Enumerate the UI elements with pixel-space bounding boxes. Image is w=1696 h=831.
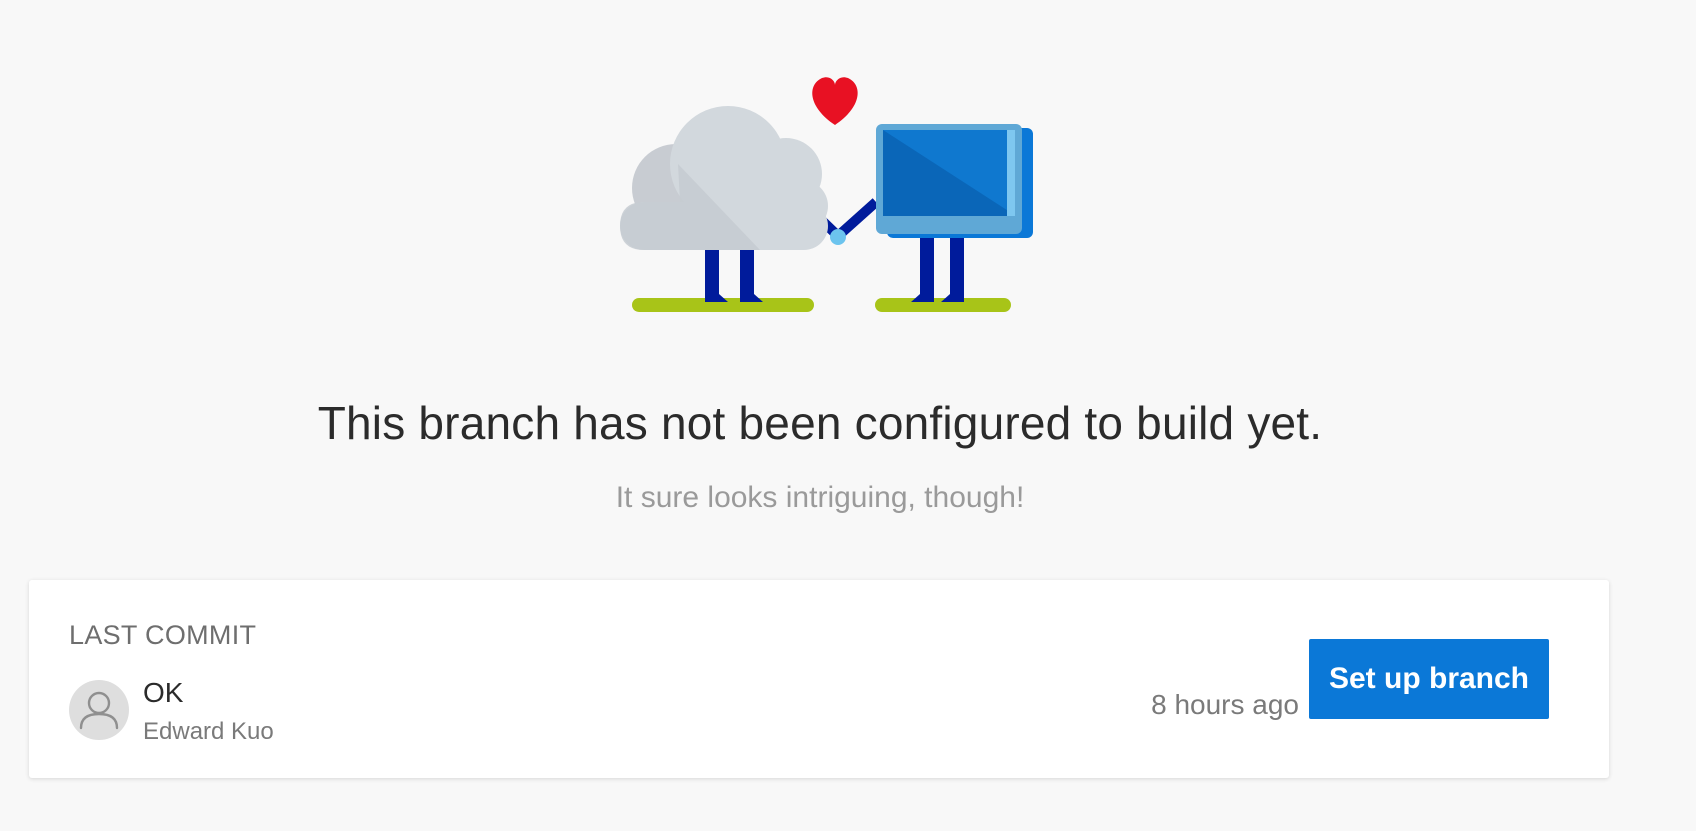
last-commit-card: LAST COMMIT OK Edward Kuo 8 hours ago Se… <box>29 580 1609 778</box>
cloud-shape <box>620 106 828 250</box>
heart-icon <box>812 77 858 125</box>
set-up-branch-button[interactable]: Set up branch <box>1309 639 1549 719</box>
empty-state-illustration <box>600 66 1040 326</box>
commit-message[interactable]: OK <box>143 677 183 709</box>
cloud-and-computer-holding-hands-icon <box>620 77 1033 312</box>
page-title: This branch has not been configured to b… <box>317 397 1323 449</box>
commit-author: Edward Kuo <box>143 718 274 745</box>
computer-shape <box>876 124 1033 238</box>
avatar <box>69 680 129 740</box>
computer-ground <box>875 298 1011 312</box>
page-subtitle: It sure looks intriguing, though! <box>615 481 1025 514</box>
last-commit-label: LAST COMMIT <box>69 620 257 650</box>
user-avatar-icon <box>79 691 119 730</box>
commit-timestamp: 8 hours ago <box>1151 689 1299 720</box>
